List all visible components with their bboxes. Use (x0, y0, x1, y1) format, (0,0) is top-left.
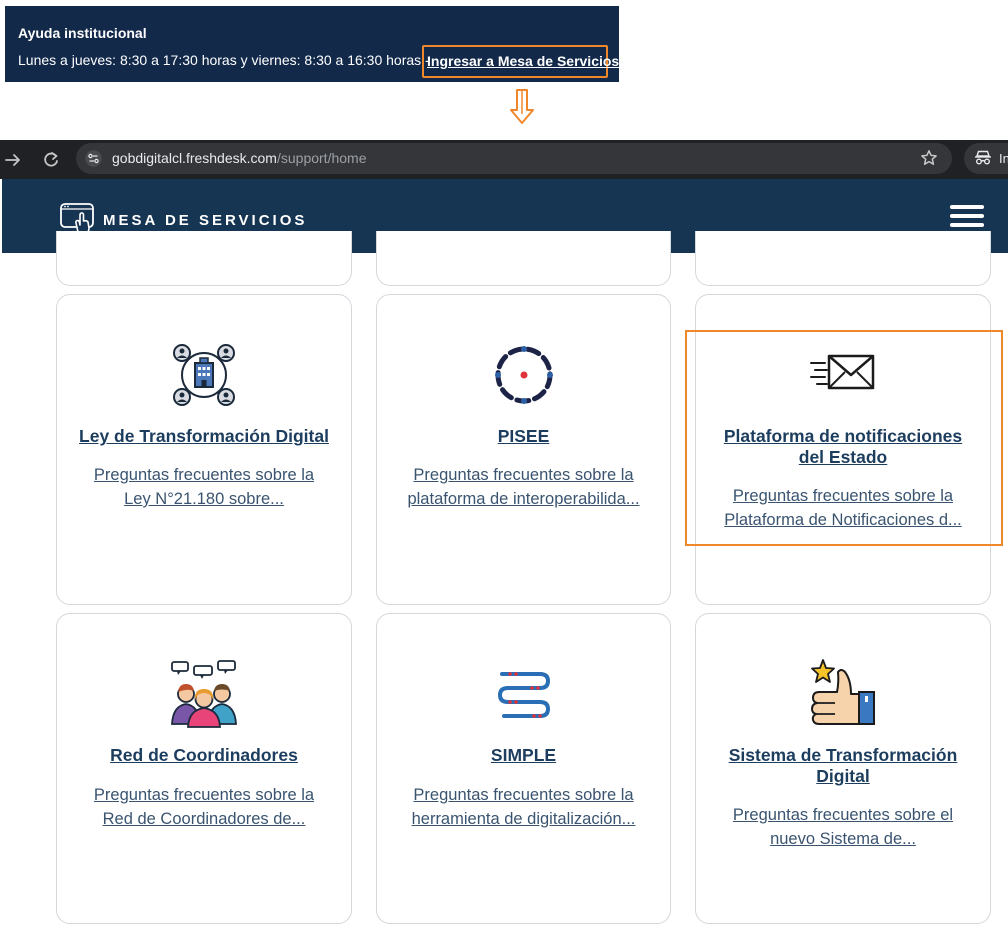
forward-arrow-icon[interactable] (4, 151, 22, 169)
bookmark-star-icon[interactable] (920, 149, 938, 167)
incognito-icon (975, 150, 991, 165)
service-desk-logo-icon[interactable] (59, 201, 97, 235)
thumbs-up-star-icon (811, 659, 875, 725)
card-desc-line: Preguntas frecuentes sobre el (732, 806, 954, 824)
card-description[interactable]: Preguntas frecuentes sobre la Red de Coo… (75, 783, 333, 831)
url-text: gobdigitalcl.freshdesk.com/support/home (112, 150, 366, 166)
card-title-line: Digital (816, 766, 870, 786)
card-partial-1[interactable] (56, 231, 352, 286)
address-bar[interactable]: gobdigitalcl.freshdesk.com/support/home (76, 143, 952, 174)
incognito-indicator[interactable]: In (964, 143, 1008, 174)
reload-icon[interactable] (42, 151, 60, 169)
help-hours: Lunes a jueves: 8:30 a 17:30 horas y vie… (18, 52, 430, 68)
card-title[interactable]: SIMPLE (389, 745, 658, 766)
card-description[interactable]: Preguntas frecuentes sobre la herramient… (395, 783, 652, 831)
logo-text[interactable]: MESA DE SERVICIOS (103, 212, 307, 229)
card-red-coordinadores[interactable]: Red de Coordinadores Preguntas frecuente… (56, 613, 352, 924)
menu-hamburger-icon[interactable] (950, 205, 986, 229)
card-desc-line: nuevo Sistema de... (770, 830, 916, 848)
service-desk-link-highlight: Ingresar a Mesa de Servicios (422, 45, 619, 78)
site-info-icon[interactable] (85, 150, 102, 167)
card-title-line: Sistema de Transformación (728, 745, 958, 765)
highlight-annotation-box (685, 330, 1003, 546)
service-desk-link[interactable]: Ingresar a Mesa de Servicios (427, 53, 619, 69)
card-title[interactable]: Red de Coordinadores (69, 745, 339, 766)
card-ley-transformacion-digital[interactable]: Ley de Transformación Digital Preguntas … (56, 294, 352, 605)
card-description[interactable]: Preguntas frecuentes sobre la Ley N°21.1… (75, 463, 333, 511)
card-desc-line: Red de Coordinadores de... (102, 810, 306, 828)
url-path: /support/home (276, 150, 367, 166)
card-pisee[interactable]: PISEE Preguntas frecuentes sobre la plat… (376, 294, 671, 605)
help-banner: Ayuda institucional Lunes a jueves: 8:30… (5, 6, 619, 82)
card-title[interactable]: Ley de Transformación Digital (69, 426, 339, 447)
card-desc-line: Preguntas frecuentes sobre la (413, 466, 634, 484)
card-title[interactable]: Sistema de Transformación Digital (708, 745, 978, 787)
people-chat-icon (171, 660, 237, 728)
card-desc-line: herramienta de digitalización... (411, 810, 636, 828)
card-sistema-transformacion-digital[interactable]: Sistema de Transformación Digital Pregun… (695, 613, 991, 924)
card-desc-line: Preguntas frecuentes sobre la (93, 786, 315, 804)
down-arrow-icon (510, 89, 534, 124)
card-desc-line: Ley N°21.180 sobre... (124, 490, 284, 508)
network-building-icon (173, 344, 235, 406)
card-simple[interactable]: SIMPLE Preguntas frecuentes sobre la her… (376, 613, 671, 924)
incognito-label: In (999, 151, 1008, 166)
card-description[interactable]: Preguntas frecuentes sobre el nuevo Sist… (714, 803, 972, 851)
card-partial-2[interactable] (376, 231, 671, 286)
card-title[interactable]: PISEE (389, 426, 658, 447)
url-host: gobdigitalcl.freshdesk.com (112, 150, 277, 166)
help-title: Ayuda institucional (18, 25, 147, 41)
browser-toolbar: gobdigitalcl.freshdesk.com/support/home … (0, 140, 1008, 179)
simple-flow-icon (497, 672, 550, 718)
card-partial-3[interactable] (695, 231, 991, 286)
card-desc-line: Preguntas frecuentes sobre la (413, 786, 634, 804)
card-description[interactable]: Preguntas frecuentes sobre la plataforma… (395, 463, 652, 511)
card-desc-line: Preguntas frecuentes sobre la (93, 466, 315, 484)
card-desc-line: plataforma de interoperabilida... (407, 490, 640, 508)
pisee-ring-icon (494, 346, 553, 404)
